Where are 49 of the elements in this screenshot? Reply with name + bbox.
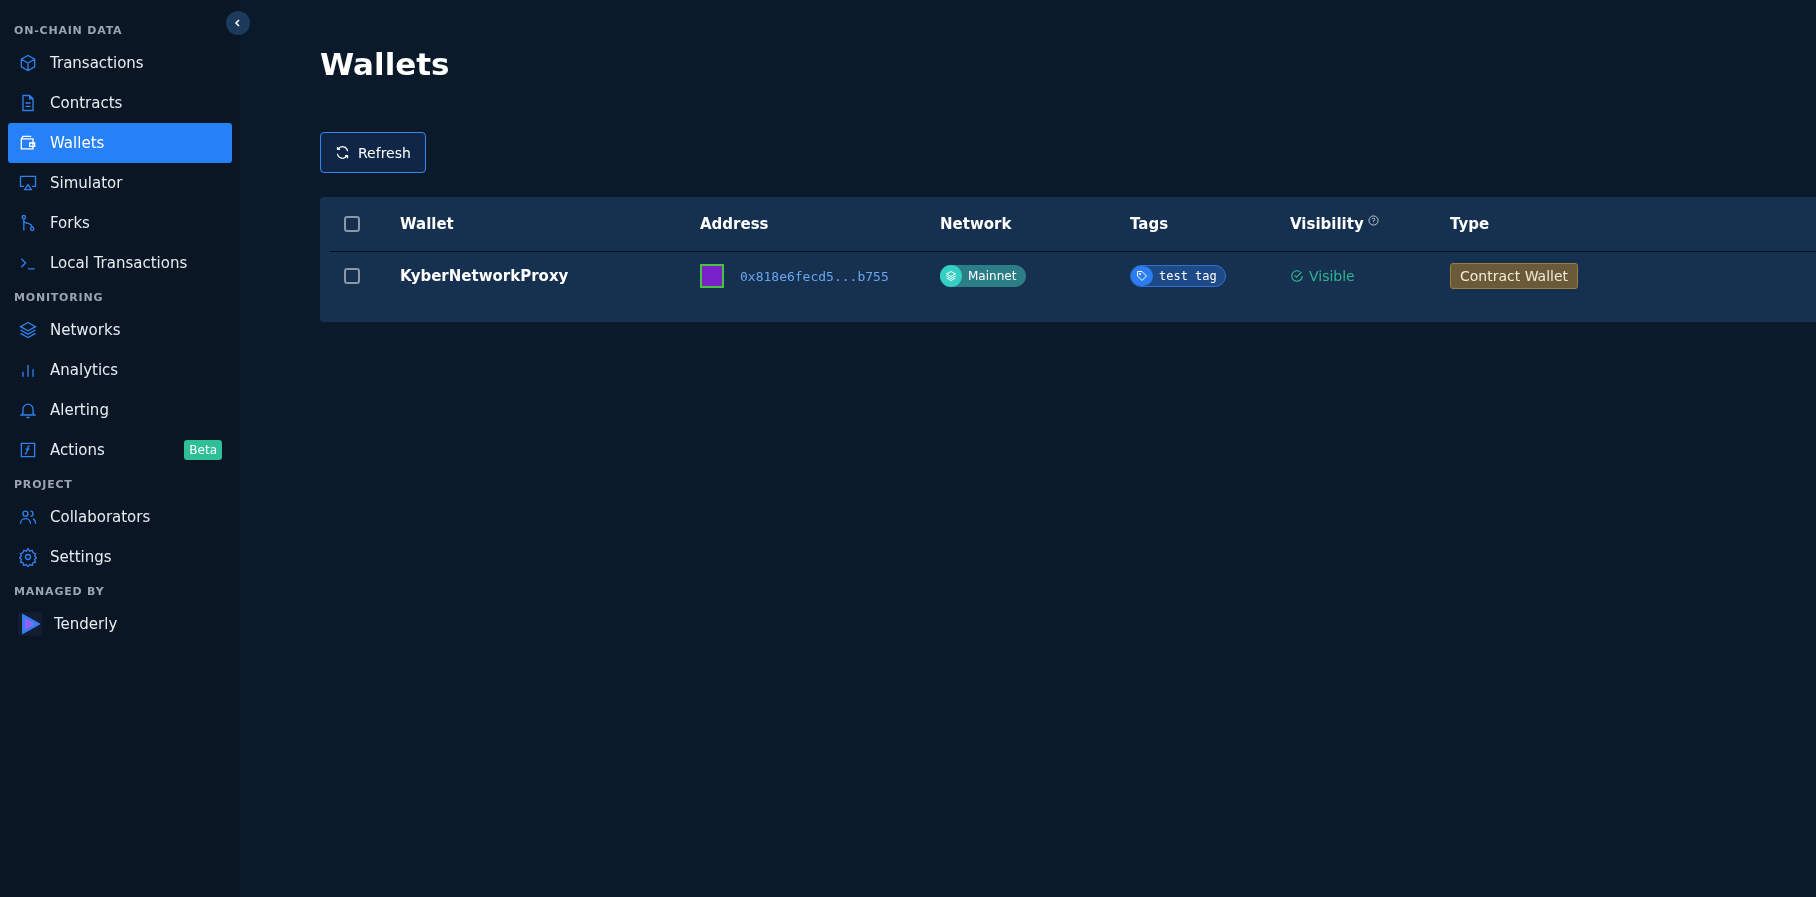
refresh-button[interactable]: Refresh bbox=[320, 132, 426, 173]
tag-badge: test tag bbox=[1130, 265, 1226, 287]
section-heading: MONITORING bbox=[13, 290, 105, 306]
section-heading: ON-CHAIN DATA bbox=[13, 23, 124, 39]
select-all-checkbox[interactable] bbox=[344, 216, 360, 232]
refresh-icon bbox=[335, 145, 350, 160]
sidebar-item[interactable]: Networks bbox=[8, 310, 232, 350]
layers-icon bbox=[945, 270, 957, 282]
column-header: Address bbox=[700, 215, 770, 233]
cube-icon bbox=[18, 53, 38, 73]
row-checkbox[interactable] bbox=[344, 268, 360, 284]
sidebar-item[interactable]: Local Transactions bbox=[8, 243, 232, 283]
section-heading: MANAGED BY bbox=[13, 584, 106, 600]
tag-icon bbox=[1136, 270, 1148, 282]
wallet-name[interactable]: KyberNetworkProxy bbox=[400, 267, 700, 285]
sidebar-item[interactable]: Analytics bbox=[8, 350, 232, 390]
sidebar-item[interactable]: Actions Beta bbox=[8, 430, 232, 470]
sidebar-item[interactable]: Contracts bbox=[8, 83, 232, 123]
screen-icon bbox=[18, 173, 38, 193]
users-icon bbox=[18, 507, 38, 527]
sidebar-item[interactable]: Simulator bbox=[8, 163, 232, 203]
sidebar-item[interactable]: Forks bbox=[8, 203, 232, 243]
sidebar-item[interactable]: Collaborators bbox=[8, 497, 232, 537]
address-avatar-icon bbox=[700, 264, 724, 288]
sidebar-item[interactable]: Alerting bbox=[8, 390, 232, 430]
sidebar-item[interactable]: Wallets bbox=[8, 123, 232, 163]
sidebar-item[interactable]: Settings bbox=[8, 537, 232, 577]
func-icon bbox=[18, 440, 38, 460]
play-logo-icon bbox=[18, 612, 42, 636]
gear-icon bbox=[18, 547, 38, 567]
column-header: Visibility bbox=[1290, 215, 1364, 233]
section-heading: PROJECT bbox=[13, 477, 74, 493]
help-icon[interactable] bbox=[1367, 215, 1379, 226]
wallet-icon bbox=[18, 133, 38, 153]
chevron-left-icon bbox=[233, 18, 243, 28]
visibility-status: Visible bbox=[1309, 268, 1355, 284]
beta-badge: Beta bbox=[184, 440, 222, 460]
column-header: Tags bbox=[1130, 215, 1170, 233]
sidebar-item[interactable]: Tenderly bbox=[8, 604, 232, 644]
column-header: Wallet bbox=[400, 215, 455, 233]
network-badge: Mainnet bbox=[940, 265, 1027, 287]
wallet-address[interactable]: 0x818e6fecd5...b755 bbox=[740, 268, 889, 284]
page-title: Wallets bbox=[320, 46, 451, 82]
column-header: Network bbox=[940, 215, 1013, 233]
sidebar-item[interactable]: Transactions bbox=[8, 43, 232, 83]
wallet-type-badge: Contract Wallet bbox=[1450, 263, 1579, 289]
collapse-sidebar-button[interactable] bbox=[226, 11, 250, 35]
column-header: Type bbox=[1450, 215, 1491, 233]
layers-icon bbox=[18, 320, 38, 340]
